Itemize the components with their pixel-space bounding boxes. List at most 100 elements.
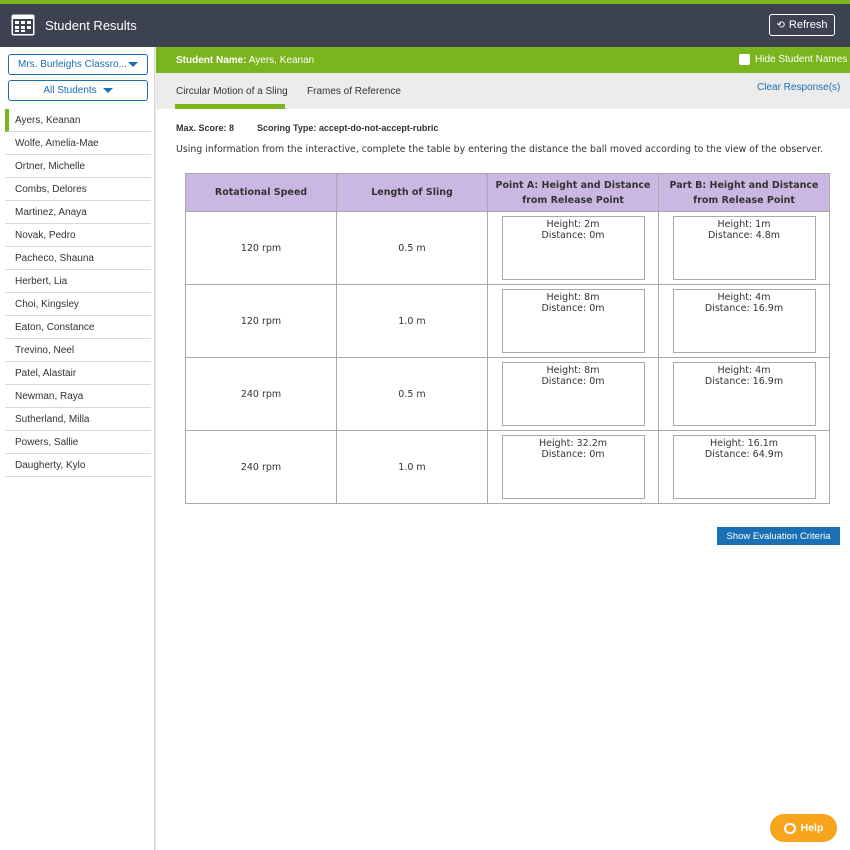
header-length-of-sling: Length of Sling	[336, 173, 488, 212]
results-table: Rotational Speed Length of Sling Point A…	[185, 173, 830, 504]
part-b-height: Height: 4m	[717, 292, 771, 303]
point-a-height: Height: 8m	[546, 365, 600, 376]
tab-frames-of-reference[interactable]: Frames of Reference	[307, 86, 401, 97]
top-header: Student Results ⟲ Refresh	[0, 0, 850, 47]
cell-length-of-sling: 1.0 m	[336, 430, 488, 504]
part-b-height: Height: 4m	[717, 365, 771, 376]
point-a-distance: Distance: 0m	[541, 303, 605, 314]
help-label: Help	[800, 822, 824, 834]
part-b-response-box[interactable]: Height: 16.1m Distance: 64.9m	[672, 435, 816, 499]
student-list: Ayers, Keanan Wolfe, Amelia-Mae Ortner, Mi…	[5, 109, 151, 477]
cell-part-b: Height: 4m Distance: 16.9m	[658, 357, 830, 431]
chevron-down-icon	[128, 62, 138, 67]
table-header-row: Rotational Speed Length of Sling Point A…	[185, 173, 830, 212]
header-part-b: Part B: Height and Distance from Release…	[658, 173, 830, 212]
cell-point-a: Height: 2m Distance: 0m	[487, 211, 659, 285]
hide-names-checkbox[interactable]	[739, 54, 750, 65]
cell-part-b: Height: 4m Distance: 16.9m	[658, 284, 830, 358]
cell-length-of-sling: 1.0 m	[336, 284, 488, 358]
part-b-distance: Distance: 64.9m	[704, 449, 784, 460]
chevron-down-icon	[102, 88, 113, 93]
part-b-distance: Distance: 4.8m	[707, 230, 781, 241]
table-row: 240 rpm 0.5 m Height: 8m Distance: 0m Height…	[185, 357, 830, 431]
point-a-response-box[interactable]: Height: 32.2m Distance: 0m	[501, 435, 645, 499]
refresh-label: Refresh	[788, 19, 828, 31]
student-list-item[interactable]: Trevino, Neel	[5, 339, 151, 362]
cell-rotational-speed: 240 rpm	[185, 357, 337, 431]
main-panel: Student Name: Ayers, Keanan Hide Student…	[156, 47, 850, 850]
student-list-item[interactable]: Martinez, Anaya	[5, 201, 151, 224]
class-select[interactable]: Mrs. Burleighs Classro...	[8, 54, 148, 75]
part-b-distance: Distance: 16.9m	[704, 376, 784, 387]
tab-circular-motion[interactable]: Circular Motion of a Sling	[176, 86, 288, 97]
student-list-item[interactable]: Ayers, Keanan	[5, 109, 151, 132]
student-list-item[interactable]: Sutherland, Milla	[5, 408, 151, 431]
class-select-label: Mrs. Burleighs Classro...	[18, 59, 127, 70]
student-list-item[interactable]: Ortner, Michelle	[5, 155, 151, 178]
point-a-height: Height: 2m	[546, 219, 600, 230]
help-button[interactable]: Help	[770, 814, 837, 842]
show-evaluation-criteria-button[interactable]: Show Evaluation Criteria	[717, 527, 840, 545]
table-row: 120 rpm 1.0 m Height: 8m Distance: 0m Height…	[185, 284, 830, 358]
student-bar: Student Name: Ayers, Keanan Hide Student…	[156, 47, 850, 73]
student-list-item[interactable]: Novak, Pedro	[5, 224, 151, 247]
point-a-response-box[interactable]: Height: 2m Distance: 0m	[501, 216, 645, 280]
student-list-item[interactable]: Choi, Kingsley	[5, 293, 151, 316]
header-rotational-speed: Rotational Speed	[185, 173, 337, 212]
student-list-item[interactable]: Powers, Sallie	[5, 431, 151, 454]
active-tab-indicator	[175, 104, 285, 109]
part-b-distance: Distance: 16.9m	[704, 303, 784, 314]
hide-names-label: Hide Student Names	[755, 54, 848, 65]
page-title: Student Results	[45, 18, 137, 33]
student-list-item[interactable]: Wolfe, Amelia-Mae	[5, 132, 151, 155]
point-a-response-box[interactable]: Height: 8m Distance: 0m	[501, 289, 645, 353]
cell-part-b: Height: 1m Distance: 4.8m	[658, 211, 830, 285]
tabs-bar: Circular Motion of a Sling Frames of Ref…	[156, 73, 850, 109]
cell-length-of-sling: 0.5 m	[336, 357, 488, 431]
cell-length-of-sling: 0.5 m	[336, 211, 488, 285]
calendar-grid-icon	[11, 14, 35, 36]
part-b-response-box[interactable]: Height: 1m Distance: 4.8m	[672, 216, 816, 280]
student-name: Student Name: Ayers, Keanan	[176, 55, 314, 66]
student-list-item[interactable]: Herbert, Lia	[5, 270, 151, 293]
part-b-response-box[interactable]: Height: 4m Distance: 16.9m	[672, 289, 816, 353]
clear-responses-link[interactable]: Clear Response(s)	[757, 82, 840, 93]
student-name-value: Ayers, Keanan	[248, 55, 315, 66]
cell-point-a: Height: 32.2m Distance: 0m	[487, 430, 659, 504]
max-score: Max. Score: 8	[176, 123, 235, 133]
point-a-distance: Distance: 0m	[541, 449, 605, 460]
cell-rotational-speed: 240 rpm	[185, 430, 337, 504]
table-row: 120 rpm 0.5 m Height: 2m Distance: 0m Height…	[185, 211, 830, 285]
student-list-item[interactable]: Pacheco, Shauna	[5, 247, 151, 270]
score-info: Max. Score: 8 Scoring Type: accept-do-no…	[176, 123, 438, 133]
cell-part-b: Height: 16.1m Distance: 64.9m	[658, 430, 830, 504]
cell-rotational-speed: 120 rpm	[185, 284, 337, 358]
student-list-item[interactable]: Daugherty, Kylo	[5, 454, 151, 477]
students-filter-select[interactable]: All Students	[8, 80, 148, 101]
point-a-distance: Distance: 0m	[541, 376, 605, 387]
students-select-label: All Students	[43, 85, 97, 96]
point-a-height: Height: 32.2m	[538, 438, 608, 449]
question-prompt: Using information from the interactive, …	[176, 144, 824, 155]
student-name-label: Student Name:	[176, 55, 247, 66]
student-list-item[interactable]: Newman, Raya	[5, 385, 151, 408]
student-list-item[interactable]: Eaton, Constance	[5, 316, 151, 339]
header-point-a: Point A: Height and Distance from Releas…	[487, 173, 659, 212]
chat-bubble-icon	[783, 822, 796, 834]
refresh-button[interactable]: ⟲ Refresh	[769, 14, 835, 36]
table-row: 240 rpm 1.0 m Height: 32.2m Distance: 0m Hei…	[185, 430, 830, 504]
point-a-distance: Distance: 0m	[541, 230, 605, 241]
sidebar: Mrs. Burleighs Classro... All Students A…	[0, 47, 155, 850]
part-b-height: Height: 1m	[717, 219, 771, 230]
hide-student-names-toggle[interactable]: Hide Student Names	[739, 54, 847, 65]
student-list-item[interactable]: Patel, Alastair	[5, 362, 151, 385]
student-list-item[interactable]: Combs, Delores	[5, 178, 151, 201]
point-a-response-box[interactable]: Height: 8m Distance: 0m	[501, 362, 645, 426]
refresh-icon: ⟲	[776, 19, 785, 31]
cell-rotational-speed: 120 rpm	[185, 211, 337, 285]
cell-point-a: Height: 8m Distance: 0m	[487, 284, 659, 358]
part-b-height: Height: 16.1m	[709, 438, 779, 449]
scoring-type: Scoring Type: accept-do-not-accept-rubri…	[257, 123, 439, 133]
cell-point-a: Height: 8m Distance: 0m	[487, 357, 659, 431]
part-b-response-box[interactable]: Height: 4m Distance: 16.9m	[672, 362, 816, 426]
